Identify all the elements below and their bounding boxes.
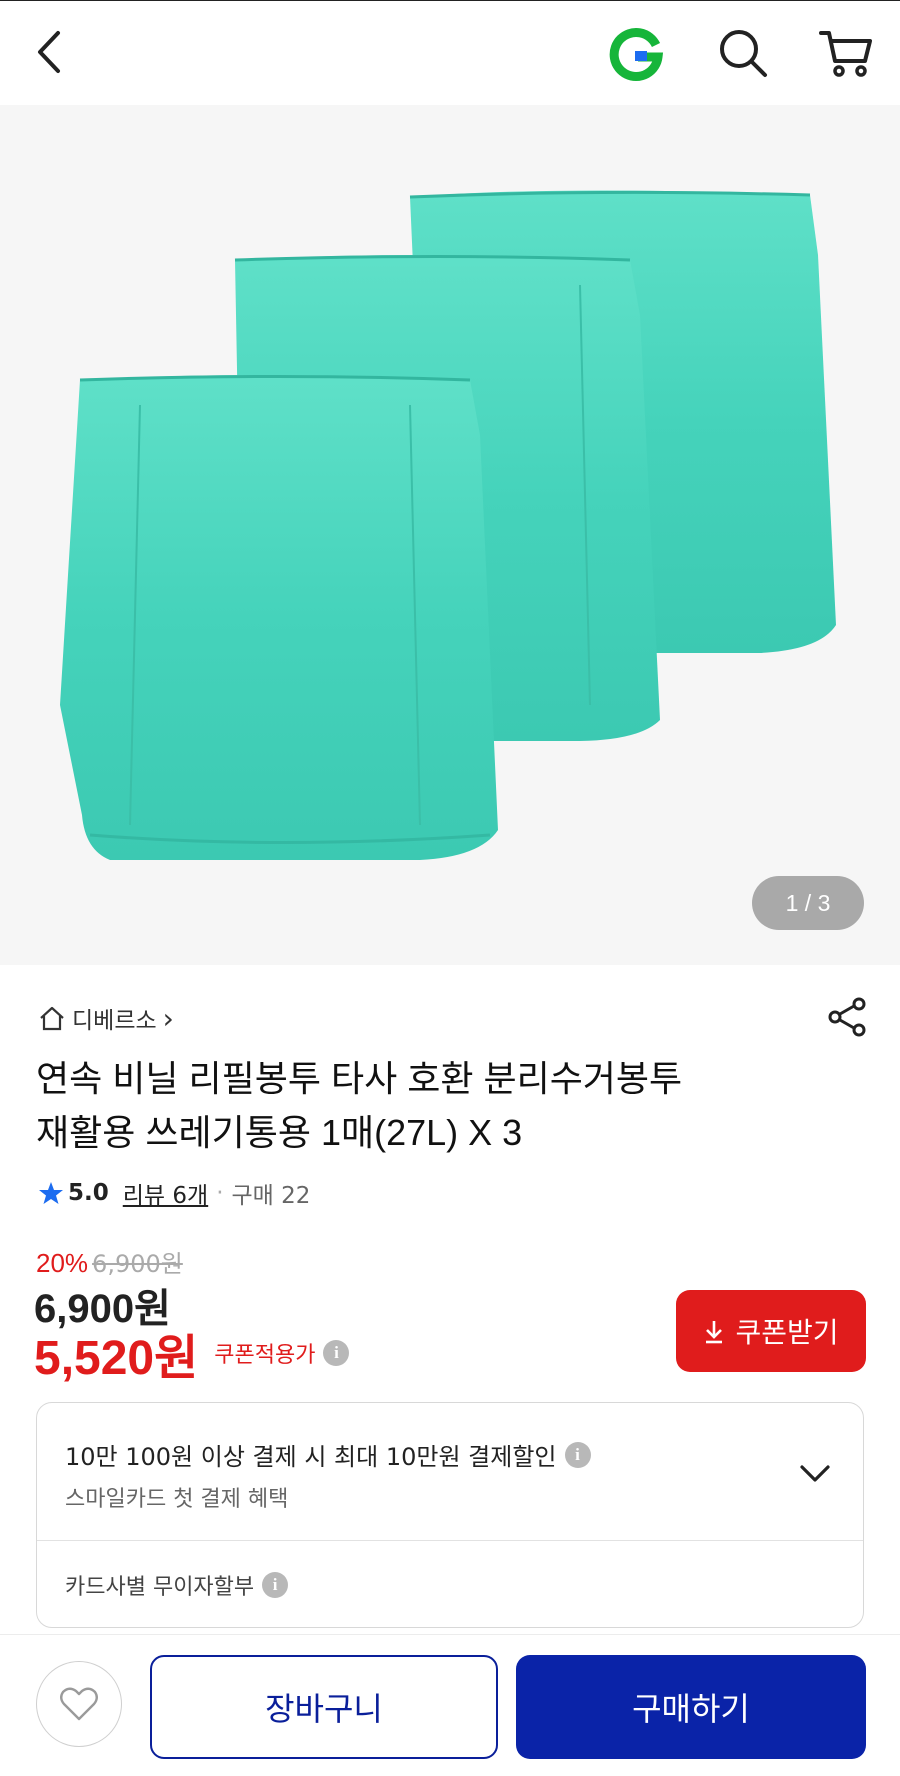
coupon-price-label: 쿠폰적용가 [214,1343,316,1368]
cart-icon [819,31,872,77]
coupon-download-button[interactable]: 쿠폰받기 [676,1290,866,1372]
top-bar [0,0,900,105]
chevron-left-icon [38,31,60,73]
product-image [0,105,900,965]
back-button[interactable] [32,27,72,77]
benefit-panel[interactable]: 10만 100원 이상 결제 시 최대 10만원 결제할인 i 스마일카드 첫 … [36,1402,864,1628]
benefit-subtitle: 스마일카드 첫 결제 혜택 [65,1487,289,1512]
divider [37,1540,863,1541]
title-line-1: 연속 비닐 리필봉투 타사 호환 분리수거봉투 [36,1058,683,1099]
add-to-cart-button[interactable]: 장바구니 [150,1655,498,1759]
rating-score: 5.0 [68,1180,109,1206]
bottom-action-bar: 장바구니 구매하기 [0,1634,900,1776]
wishlist-button[interactable] [36,1661,122,1747]
purchase-count: 구매 22 [231,1183,311,1209]
pager-current: 1 [785,890,799,916]
seller-link[interactable]: 디베르소 › [38,1000,174,1036]
expand-button[interactable] [797,1459,833,1487]
product-image-gallery[interactable]: 1 / 3 [0,105,900,965]
reviews-link[interactable]: 리뷰 6개 [123,1176,208,1210]
pager-total: 3 [817,890,831,916]
installment-benefit: 카드사별 무이자할부 i [65,1569,289,1601]
info-icon[interactable]: i [262,1572,289,1598]
seller-name: 디베르소 [72,1008,157,1034]
coupon-button-label: 쿠폰받기 [735,1316,839,1349]
info-icon[interactable]: i [323,1340,350,1366]
rating-row: 5.0 리뷰 6개 · 구매 22 [38,1175,310,1211]
heart-icon [60,1687,98,1721]
coupon-price: 5,520원 [34,1332,199,1385]
title-line-2: 재활용 쓰레기통용 1매(27L) X 3 [36,1112,523,1153]
roll-front [60,375,498,860]
buy-now-button[interactable]: 구매하기 [516,1655,866,1759]
home-icon [40,1006,64,1031]
chevron-right-icon: › [162,1001,174,1035]
share-icon [828,997,866,1037]
image-pager: 1 / 3 [752,876,864,930]
search-button[interactable] [715,25,771,81]
original-price: 6,900원 [92,1250,183,1278]
download-icon [706,1321,723,1344]
card-discount-benefit: 10만 100원 이상 결제 시 최대 10만원 결제할인 i [65,1437,591,1472]
discount-row: 20% 6,900원 [36,1244,183,1279]
product-title: 연속 비닐 리필봉투 타사 호환 분리수거봉투 재활용 쓰레기통용 1매(27L… [36,1052,856,1160]
share-button[interactable] [826,996,868,1038]
g-logo-icon [609,28,664,81]
search-icon [720,30,767,77]
coupon-price-row: 5,520원 쿠폰적용가 i [34,1318,350,1388]
info-icon[interactable]: i [564,1441,591,1468]
discount-rate: 20% [36,1248,89,1278]
cart-button[interactable] [817,25,875,81]
star-icon [39,1182,63,1204]
gmarket-logo[interactable] [608,25,664,81]
chevron-down-icon [800,1465,830,1482]
